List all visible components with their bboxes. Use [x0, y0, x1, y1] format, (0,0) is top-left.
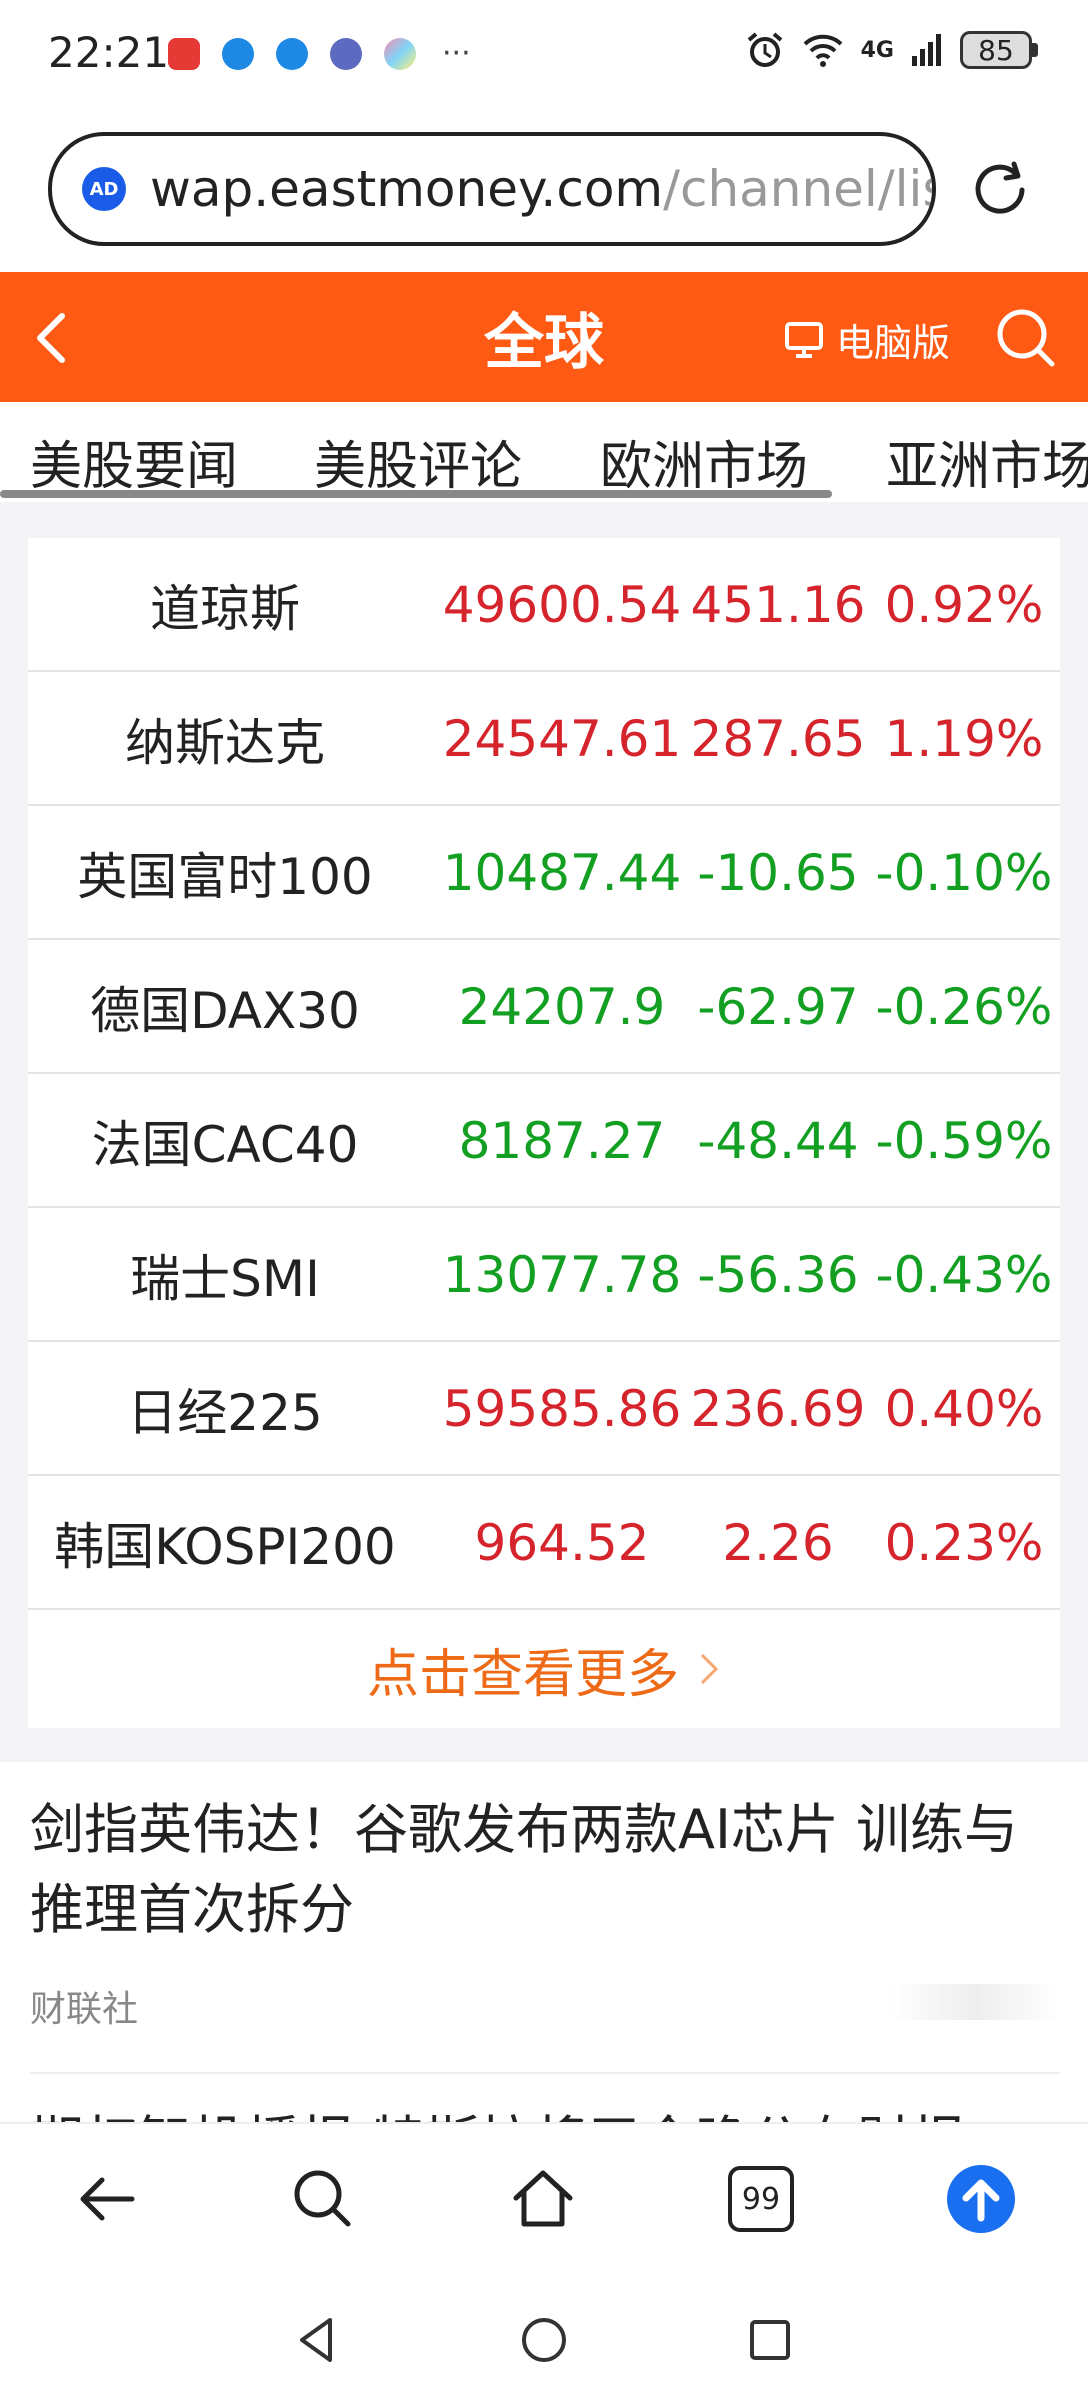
notification-icons: ··· [168, 38, 471, 70]
reload-icon[interactable] [970, 158, 1030, 218]
index-change-percent: 0.92% [884, 576, 1044, 634]
index-name: 韩国KOSPI200 [54, 1518, 396, 1576]
global-index-table: 道琼斯 49600.54 451.16 0.92% 纳斯达克 24547.61 287.65… [28, 538, 1060, 1728]
nav-recents-icon[interactable] [740, 2310, 800, 2370]
tabs-count-button[interactable]: 99 [728, 2166, 794, 2232]
browser-toolbar: 99 [0, 2122, 1088, 2280]
index-change: -10.65 [697, 844, 859, 902]
index-change-percent: 0.40% [884, 1380, 1044, 1438]
news-thumbnail-placeholder [890, 1984, 1060, 2020]
nav-back-icon[interactable] [288, 2310, 348, 2370]
index-row[interactable]: 韩国KOSPI200 964.52 2.26 0.23% [28, 1476, 1060, 1610]
news-source: 财联社 [30, 1989, 139, 2030]
battery-level: 85 [960, 31, 1032, 69]
alarm-icon [747, 32, 782, 67]
index-price: 8187.27 [458, 1112, 666, 1170]
index-row[interactable]: 道琼斯 49600.54 451.16 0.92% [28, 538, 1060, 672]
search-icon[interactable] [288, 2164, 358, 2234]
index-change-percent: 0.23% [884, 1514, 1044, 1572]
index-change: -56.36 [697, 1246, 859, 1304]
index-price: 24207.9 [458, 978, 666, 1036]
nav-home-icon[interactable] [514, 2310, 574, 2370]
music-app-icon [330, 38, 362, 70]
category-tabs: 美股要闻 美股评论 欧洲市场 亚洲市场 [0, 402, 1088, 502]
tab-us-commentary[interactable]: 美股评论 [314, 424, 522, 499]
index-name: 道琼斯 [150, 580, 300, 638]
status-time: 22:21 [48, 28, 170, 77]
adblock-icon[interactable]: AD [82, 167, 126, 211]
browser-address-bar: AD wap.eastmoney.com/channel/lis [0, 118, 1088, 272]
index-change: 287.65 [690, 710, 866, 768]
index-change-percent: -0.10% [875, 844, 1053, 902]
index-change-percent: -0.26% [875, 978, 1053, 1036]
index-price: 49600.54 [442, 576, 682, 634]
index-change: 451.16 [690, 576, 866, 634]
index-name: 瑞士SMI [130, 1250, 320, 1308]
network-type-label: 4G [860, 37, 894, 63]
index-price: 59585.86 [442, 1380, 682, 1438]
news-title[interactable]: 剑指英伟达！谷歌发布两款AI芯片 训练与推理首次拆分 [30, 1790, 1040, 1950]
index-name: 纳斯达克 [125, 714, 325, 772]
url-path: /channel/lis [663, 160, 936, 218]
index-price: 13077.78 [442, 1246, 682, 1304]
index-name: 德国DAX30 [90, 982, 360, 1040]
page-header: 全球 电脑版 [0, 272, 1088, 402]
upload-arrow-icon[interactable] [944, 2162, 1018, 2236]
news-list: 剑指英伟达！谷歌发布两款AI芯片 训练与推理首次拆分 财联社 期权智投播报 特斯… [0, 1762, 1088, 2124]
desktop-version-button[interactable]: 电脑版 [784, 312, 950, 367]
url-domain: wap.eastmoney.com [150, 160, 664, 218]
index-name: 英国富时100 [77, 848, 373, 906]
index-row[interactable]: 日经225 59585.86 236.69 0.40% [28, 1342, 1060, 1476]
index-row[interactable]: 德国DAX30 24207.9 -62.97 -0.26% [28, 940, 1060, 1074]
more-notifications-icon: ··· [442, 36, 471, 71]
home-icon[interactable] [508, 2164, 578, 2234]
monitor-icon [785, 321, 823, 358]
wifi-icon [803, 34, 843, 67]
view-more-link[interactable]: 点击查看更多 [28, 1610, 1060, 1728]
chevron-right-icon [700, 1653, 719, 1685]
index-change-percent: 1.19% [884, 710, 1044, 768]
index-name: 法国CAC40 [91, 1116, 359, 1174]
status-bar: 22:21 ··· 4G 85 [0, 0, 1088, 118]
battery-tip [1032, 43, 1038, 57]
index-change-percent: -0.43% [875, 1246, 1053, 1304]
desktop-version-label: 电脑版 [836, 321, 951, 365]
tab-scroll-indicator [0, 490, 832, 498]
status-right: 4G 85 [745, 30, 1038, 70]
news-divider [30, 2072, 1060, 2074]
index-change: -62.97 [697, 978, 859, 1036]
index-change: 236.69 [690, 1380, 866, 1438]
url-text: wap.eastmoney.com/channel/lis [150, 160, 936, 218]
view-more-label: 点击查看更多 [366, 1644, 679, 1705]
index-price: 964.52 [474, 1514, 650, 1572]
tab-us-news[interactable]: 美股要闻 [30, 424, 238, 499]
index-row[interactable]: 法国CAC40 8187.27 -48.44 -0.59% [28, 1074, 1060, 1208]
index-name: 日经225 [127, 1384, 323, 1442]
index-change: -48.44 [697, 1112, 859, 1170]
tab-europe-market[interactable]: 欧洲市场 [600, 424, 808, 499]
index-row[interactable]: 瑞士SMI 13077.78 -56.36 -0.43% [28, 1208, 1060, 1342]
system-navigation-bar [0, 2280, 1088, 2400]
index-row[interactable]: 纳斯达克 24547.61 287.65 1.19% [28, 672, 1060, 806]
index-change: 2.26 [722, 1514, 834, 1572]
app-notification-icon [222, 38, 254, 70]
index-row[interactable]: 英国富时100 10487.44 -10.65 -0.10% [28, 806, 1060, 940]
index-price: 24547.61 [442, 710, 682, 768]
app-notification-icon [276, 38, 308, 70]
tab-asia-market[interactable]: 亚洲市场 [886, 424, 1088, 499]
battery-indicator: 85 [960, 31, 1038, 69]
signal-icon [912, 34, 941, 66]
news-title[interactable]: 期权智投播报 特斯拉将于今晚公布财报 [30, 2102, 1040, 2124]
url-input[interactable]: AD wap.eastmoney.com/channel/lis [48, 132, 936, 246]
search-icon[interactable] [994, 306, 1058, 370]
index-change-percent: -0.59% [875, 1112, 1053, 1170]
app-notification-icon [168, 38, 200, 70]
app-notification-icon [384, 38, 416, 70]
back-icon[interactable] [72, 2164, 142, 2234]
index-price: 10487.44 [442, 844, 682, 902]
